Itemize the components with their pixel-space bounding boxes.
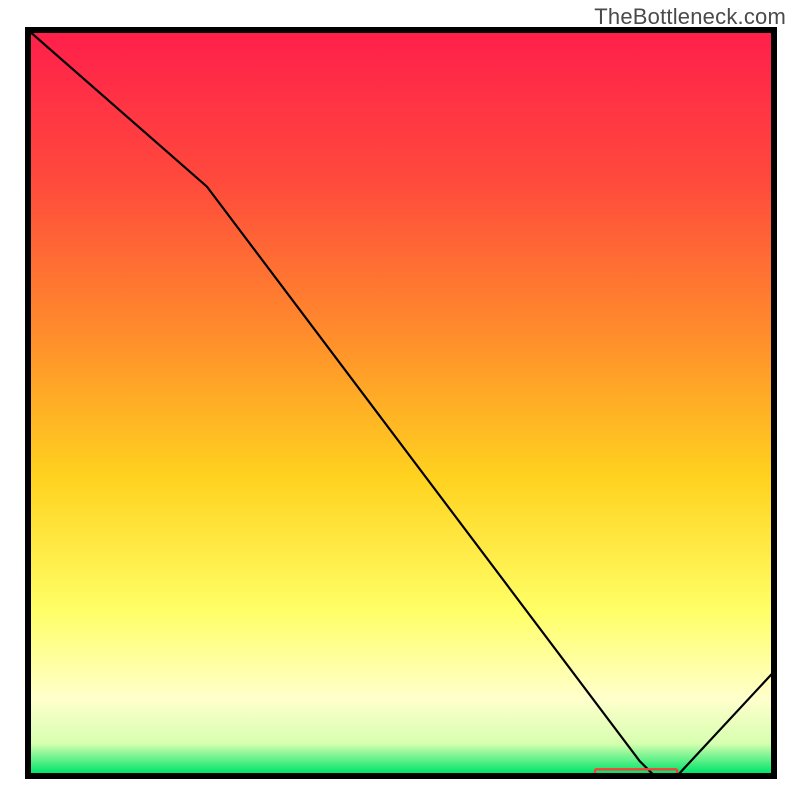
chart-container: TheBottleneck.com [0, 0, 800, 800]
chart-svg [0, 0, 800, 800]
plot-background [31, 33, 771, 773]
